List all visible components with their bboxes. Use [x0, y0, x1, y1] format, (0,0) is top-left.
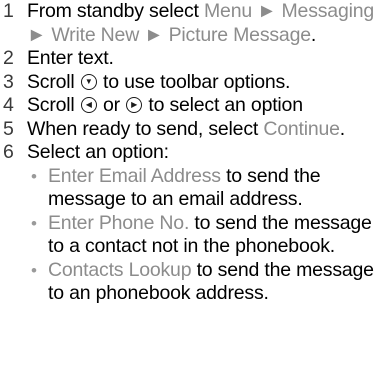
step-number: 4 — [3, 94, 14, 116]
nav-left-icon: ◀ — [80, 97, 97, 113]
instruction-page: 1 From standby select Menu ► Messaging ►… — [0, 0, 390, 376]
step-5: 5 When ready to send, select Continue. — [3, 118, 386, 142]
option-phone: • Enter Phone No. to send the message to… — [27, 212, 386, 259]
step-6: 6 Select an option: • Enter Email Addres… — [3, 141, 386, 306]
step-number: 6 — [3, 141, 14, 163]
step-number: 3 — [3, 70, 14, 93]
step-text-end: to use toolbar options. — [97, 70, 291, 93]
bullet-icon: • — [31, 166, 37, 186]
step-text: Enter text. — [27, 47, 114, 69]
continue-label: Continue — [263, 117, 340, 140]
step-4: 4 Scroll ◀ or ▶ to select an option — [3, 94, 386, 118]
options-list: • Enter Email Address to send the messag… — [27, 165, 386, 306]
step-number: 5 — [3, 117, 14, 140]
step-2: 2 Enter text. — [3, 47, 386, 71]
step-text-end: to select an option — [143, 94, 303, 116]
step-1: 1 From standby select Menu ► Messaging ►… — [3, 0, 386, 47]
option-email: • Enter Email Address to send the messag… — [27, 165, 386, 212]
steps-list: 1 From standby select Menu ► Messaging ►… — [3, 0, 386, 306]
step-number: 1 — [3, 0, 14, 22]
step-3: 3 Scroll ▼ to use toolbar options. — [3, 71, 386, 95]
option-label: Enter Phone No. — [48, 211, 190, 234]
option-label: Contacts Lookup — [48, 258, 192, 281]
step-text: Scroll — [27, 70, 80, 93]
step-text-end: . — [339, 117, 345, 140]
option-label: Enter Email Address — [48, 164, 221, 187]
step-text: From standby select — [27, 0, 204, 22]
bullet-icon: • — [31, 213, 37, 233]
step-text-mid: or — [97, 94, 126, 116]
step-text: When ready to send, select — [27, 117, 264, 140]
step-text-end: . — [310, 23, 317, 46]
bullet-icon: • — [31, 260, 37, 280]
nav-down-icon: ▼ — [80, 73, 97, 90]
step-number: 2 — [3, 47, 14, 69]
step-text: Scroll — [27, 94, 80, 116]
option-contacts: • Contacts Lookup to send the message to… — [27, 259, 386, 306]
step-text: Select an option: — [27, 141, 169, 163]
nav-right-icon: ▶ — [126, 97, 143, 113]
